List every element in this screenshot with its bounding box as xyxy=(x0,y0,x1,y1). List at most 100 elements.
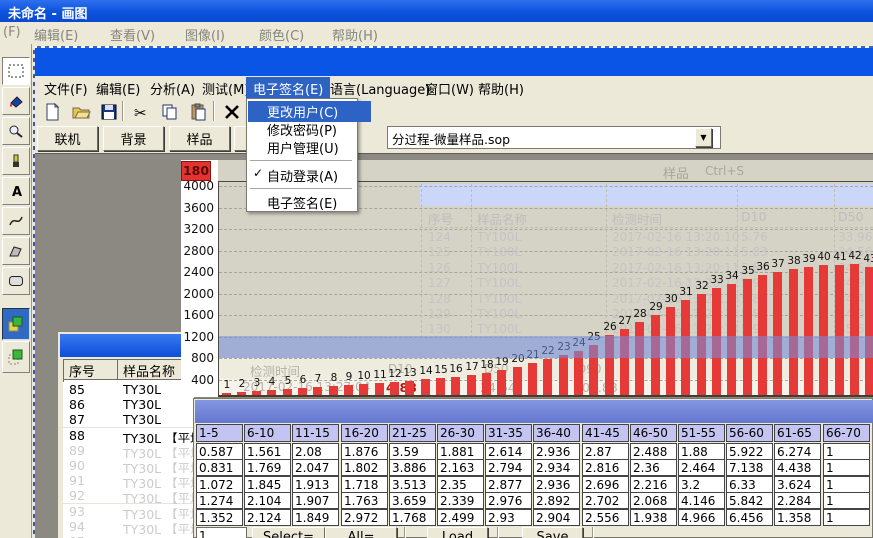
distribution-cell[interactable]: 2.936 xyxy=(533,443,580,460)
distribution-cell[interactable]: 1.802 xyxy=(341,459,388,476)
distribution-cell[interactable]: 3.2 xyxy=(678,476,725,493)
new-button[interactable] xyxy=(40,101,64,123)
sop-combobox-arrow[interactable]: ▼ xyxy=(695,128,712,147)
distribution-cell[interactable]: 4.146 xyxy=(678,492,725,509)
app-menu-help[interactable]: 帮助(H) xyxy=(478,79,524,98)
delete-button[interactable] xyxy=(220,101,244,123)
distribution-cell[interactable]: 2.163 xyxy=(437,459,484,476)
load-button[interactable]: Load xyxy=(427,527,488,538)
paint-menu-edit[interactable]: 编辑(E) xyxy=(34,25,78,44)
save-button[interactable]: Save xyxy=(522,527,583,538)
online-button[interactable]: 联机 xyxy=(37,126,98,151)
sample-list-row[interactable]: 86TY30L xyxy=(63,397,195,413)
distribution-titlebar[interactable] xyxy=(195,400,873,423)
distribution-cell[interactable]: 1.913 xyxy=(292,476,339,493)
distribution-cell[interactable]: 2.794 xyxy=(485,459,532,476)
sample-list-row[interactable]: 94TY30L 【平均】 xyxy=(63,519,195,535)
distribution-cell[interactable]: 0.831 xyxy=(196,459,243,476)
distribution-cell[interactable]: 2.216 xyxy=(630,476,677,493)
sample-list-row[interactable]: 91TY30L 【平均】 xyxy=(63,473,195,489)
distribution-cell[interactable]: 2.904 xyxy=(533,509,580,526)
sample-list-row[interactable]: 93TY30L 【平均】 xyxy=(63,504,195,520)
distribution-cell[interactable]: 6.456 xyxy=(726,509,773,526)
distribution-cell[interactable]: 4.438 xyxy=(774,459,821,476)
distribution-cell[interactable]: 1.718 xyxy=(341,476,388,493)
distribution-cell[interactable]: 2.35 xyxy=(437,476,484,493)
distribution-cell[interactable]: 3.659 xyxy=(389,492,436,509)
selection-transparent-option[interactable] xyxy=(2,341,30,373)
distribution-cell[interactable]: 2.047 xyxy=(292,459,339,476)
distribution-cell[interactable]: 1.88 xyxy=(678,443,725,460)
count-input[interactable] xyxy=(196,527,247,538)
open-button[interactable] xyxy=(69,101,93,123)
background-button[interactable]: 背景 xyxy=(103,126,164,151)
paint-menu-view[interactable]: 查看(V) xyxy=(110,25,155,44)
select-button[interactable]: Select= xyxy=(252,527,325,538)
distribution-cell[interactable]: 2.499 xyxy=(437,509,484,526)
paint-menu-colors[interactable]: 颜色(C) xyxy=(259,25,304,44)
distribution-cell[interactable]: 6.274 xyxy=(774,443,821,460)
distribution-cell[interactable]: 1 xyxy=(823,476,870,493)
text-tool[interactable]: A xyxy=(2,177,30,205)
app-menu-window[interactable]: 窗口(W) xyxy=(425,79,474,98)
distribution-cell[interactable]: 3.59 xyxy=(389,443,436,460)
distribution-cell[interactable]: 2.976 xyxy=(485,492,532,509)
distribution-cell[interactable]: 2.464 xyxy=(678,459,725,476)
sop-combobox[interactable]: 分过程-微量样品.sop xyxy=(387,126,721,149)
paint-menu-image[interactable]: 图像(I) xyxy=(185,25,225,44)
menu-item-esign[interactable]: 电子签名(E) xyxy=(248,192,371,213)
distribution-cell[interactable]: 1.849 xyxy=(292,509,339,526)
polygon-tool[interactable] xyxy=(2,237,30,265)
copy-button[interactable] xyxy=(158,101,182,123)
distribution-cell[interactable]: 2.104 xyxy=(244,492,291,509)
rounded-rect-tool[interactable] xyxy=(2,267,30,295)
sample-list-row[interactable]: 95TY30L 【平均】 xyxy=(63,534,195,538)
distribution-cell[interactable]: 4.966 xyxy=(678,509,725,526)
distribution-cell[interactable]: 2.556 xyxy=(582,509,629,526)
curve-tool[interactable] xyxy=(2,207,30,235)
app-menu-edit[interactable]: 编辑(E) xyxy=(96,79,140,98)
distribution-cell[interactable]: 2.934 xyxy=(533,459,580,476)
app-menu-language[interactable]: 语言(Language) xyxy=(330,79,430,98)
distribution-cell[interactable]: 2.339 xyxy=(437,492,484,509)
sample-list-row[interactable]: 90TY30L 【平均】 xyxy=(63,458,195,474)
distribution-cell[interactable]: 1.358 xyxy=(774,509,821,526)
distribution-cell[interactable]: 5.842 xyxy=(726,492,773,509)
distribution-cell[interactable]: 6.33 xyxy=(726,476,773,493)
distribution-cell[interactable]: 2.936 xyxy=(533,476,580,493)
distribution-cell[interactable]: 1.561 xyxy=(244,443,291,460)
distribution-cell[interactable]: 3.624 xyxy=(774,476,821,493)
distribution-cell[interactable]: 2.93 xyxy=(485,509,532,526)
brush-tool[interactable] xyxy=(2,147,30,175)
distribution-cell[interactable]: 1 xyxy=(823,459,870,476)
sample-list-row[interactable]: 85TY30L xyxy=(63,382,195,398)
distribution-cell[interactable]: 2.816 xyxy=(582,459,629,476)
all-button[interactable]: All= xyxy=(325,527,397,538)
app-menu-file[interactable]: 文件(F) xyxy=(44,79,88,98)
distribution-cell[interactable]: 2.702 xyxy=(582,492,629,509)
distribution-cell[interactable]: 5.922 xyxy=(726,443,773,460)
distribution-cell[interactable]: 7.138 xyxy=(726,459,773,476)
paste-button[interactable] xyxy=(187,101,211,123)
paint-menu-file[interactable]: (F) xyxy=(3,25,21,40)
distribution-cell[interactable]: 2.36 xyxy=(630,459,677,476)
menu-item-user-management[interactable]: 用户管理(U) xyxy=(248,137,371,158)
distribution-cell[interactable]: 1.881 xyxy=(437,443,484,460)
distribution-cell[interactable]: 1.274 xyxy=(196,492,243,509)
distribution-cell[interactable]: 1.845 xyxy=(244,476,291,493)
distribution-cell[interactable]: 1 xyxy=(823,509,870,526)
app-menu-esignature[interactable]: 电子签名(E) xyxy=(246,77,330,100)
distribution-cell[interactable]: 2.124 xyxy=(244,509,291,526)
distribution-cell[interactable]: 2.488 xyxy=(630,443,677,460)
distribution-cell[interactable]: 1.938 xyxy=(630,509,677,526)
save-button[interactable] xyxy=(97,101,121,123)
distribution-cell[interactable]: 2.87 xyxy=(582,443,629,460)
sample-list-row[interactable]: 87TY30L xyxy=(63,412,195,428)
selection-tool[interactable] xyxy=(2,57,30,85)
distribution-cell[interactable]: 2.696 xyxy=(582,476,629,493)
sample-list-row[interactable]: 89TY30L 【平均】 xyxy=(63,443,195,459)
sample-list-row[interactable]: 88TY30L 【平均】 xyxy=(63,428,195,444)
distribution-cell[interactable]: 1.769 xyxy=(244,459,291,476)
distribution-cell[interactable]: 0.587 xyxy=(196,443,243,460)
cut-button[interactable]: ✂ xyxy=(129,101,153,123)
